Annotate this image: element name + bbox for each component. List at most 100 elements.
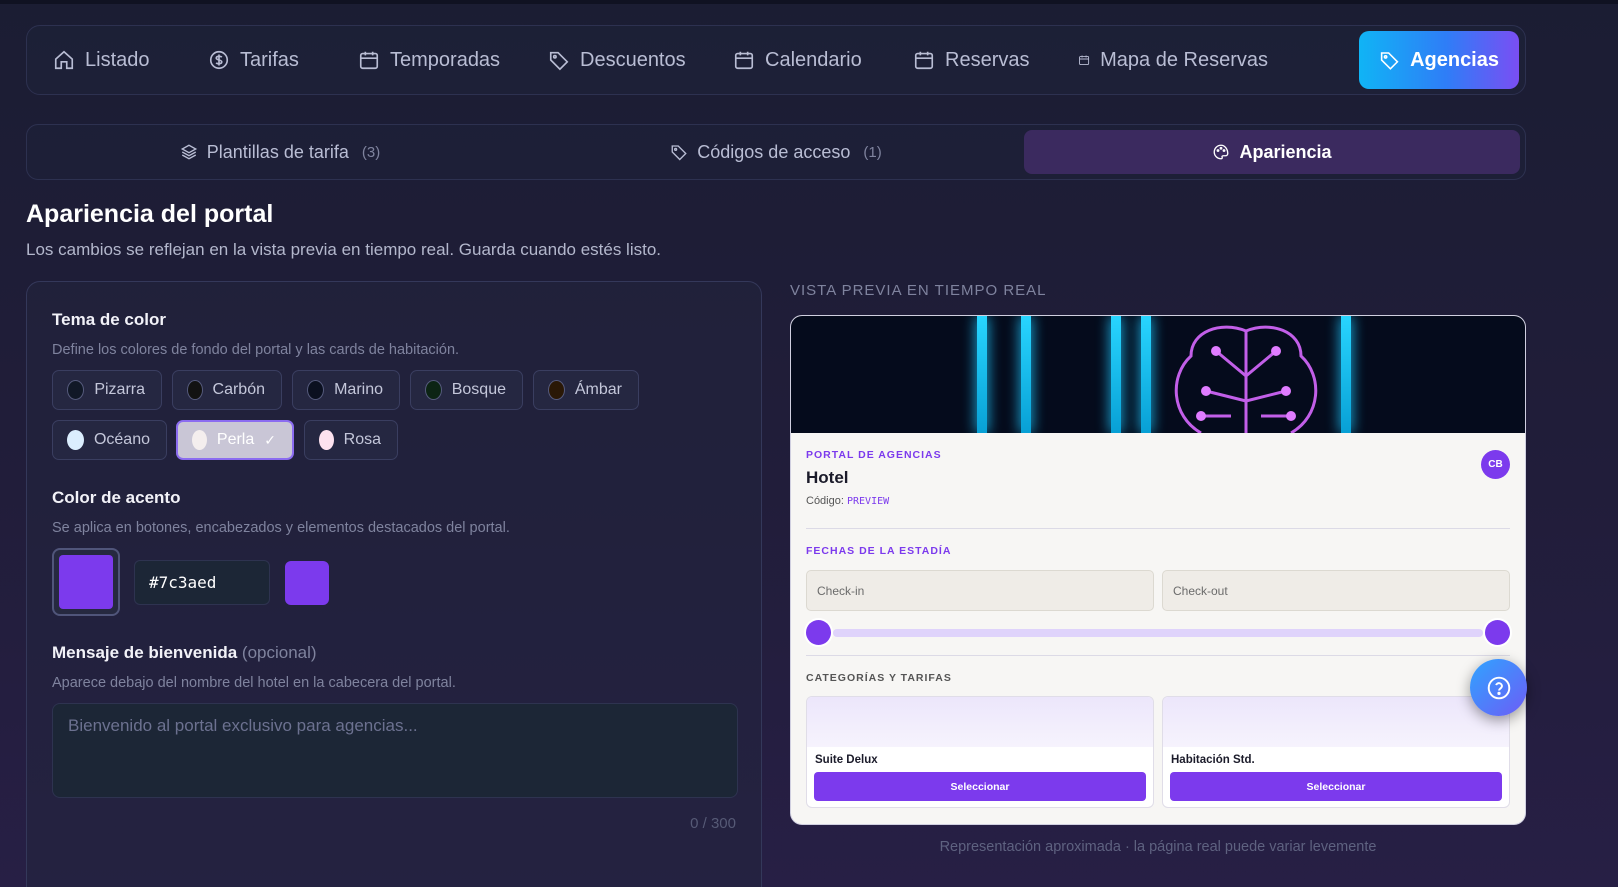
accent-hex-input[interactable]: #7c3aed [134, 560, 270, 605]
accent-title: Color de acento [52, 488, 181, 507]
tab-count: (3) [361, 143, 381, 161]
theme-option-label: Océano [93, 431, 150, 448]
preview-banner-image [791, 316, 1525, 433]
nav-label: Temporadas [390, 48, 501, 71]
nav-label: Calendario [765, 48, 862, 71]
slider-end-handle[interactable] [1485, 620, 1510, 645]
check-icon: ✓ [264, 431, 276, 448]
calendar-icon [734, 51, 754, 70]
checkin-input[interactable]: Check-in [806, 570, 1154, 611]
agencias-subtabs: Plantillas de tarifa (3) Códigos de acce… [26, 124, 1526, 180]
dollar-icon [209, 50, 229, 70]
theme-option-carbon[interactable]: Carbón [172, 370, 282, 410]
categories-title: CATEGORÍAS Y TARIFAS [806, 672, 952, 684]
divider [806, 655, 1510, 656]
theme-option-perla[interactable]: Perla ✓ [176, 420, 294, 460]
nav-label: Listado [85, 48, 150, 71]
tab-label: Códigos de acceso [697, 141, 851, 162]
divider [806, 528, 1510, 529]
page-lead: Los cambios se reflejan en la vista prev… [26, 240, 662, 259]
tab-count: (1) [863, 143, 882, 161]
color-dot [319, 430, 334, 450]
theme-title: Tema de color [52, 310, 166, 329]
preview-hotel-name: Hotel [806, 468, 849, 487]
theme-option-ambar[interactable]: Ámbar [533, 370, 639, 410]
room-name: Suite Delux [815, 754, 878, 766]
theme-option-marino[interactable]: Marino [292, 370, 400, 410]
room-card: Suite Delux Seleccionar [806, 696, 1154, 808]
date-range-slider[interactable] [833, 629, 1483, 637]
color-dot [192, 430, 207, 450]
theme-option-label: Pizarra [94, 381, 145, 398]
welcome-title: Mensaje de bienvenida (opcional) [52, 643, 317, 663]
theme-option-label: Carbón [212, 381, 265, 398]
nav-label: Mapa de Reservas [1100, 48, 1268, 71]
nav-label: Agencias [1410, 48, 1499, 71]
appearance-settings-card: Tema de color Define los colores de fond… [26, 281, 762, 887]
theme-option-label: Bosque [451, 381, 506, 398]
tag-icon [1380, 52, 1399, 70]
calendar-icon [359, 51, 379, 70]
palette-icon [1214, 144, 1229, 160]
calendar-icon [1079, 55, 1090, 66]
theme-option-oceano[interactable]: Océano [52, 420, 167, 460]
preview-label: VISTA PREVIA EN TIEMPO REAL [790, 282, 1047, 299]
code-label: Código: [806, 495, 844, 507]
nav-label: Reservas [945, 48, 1030, 71]
checkout-input[interactable]: Check-out [1162, 570, 1510, 611]
help-icon [1487, 676, 1510, 699]
welcome-message-textarea[interactable]: Bienvenido al portal exclusivo para agen… [52, 703, 738, 798]
theme-desc: Define los colores de fondo del portal y… [52, 342, 460, 358]
tab-apariencia[interactable]: Apariencia [1024, 130, 1520, 174]
select-room-button[interactable]: Seleccionar [1170, 772, 1502, 801]
room-card: Habitación Std. Seleccionar [1162, 696, 1510, 808]
theme-option-rosa[interactable]: Rosa [304, 420, 398, 460]
tab-label: Plantillas de tarifa [206, 141, 349, 162]
color-dot [67, 430, 84, 450]
color-dot [425, 380, 442, 400]
slider-start-handle[interactable] [806, 620, 831, 645]
accent-swatch [59, 555, 113, 609]
tab-codigos-de-acceso[interactable]: Códigos de acceso (1) [528, 130, 1024, 174]
welcome-title-text: Mensaje de bienvenida [52, 643, 238, 662]
main-nav: Listado Tarifas Temporadas Descuentos Ca… [26, 25, 1526, 95]
optional-label: (opcional) [241, 643, 317, 662]
theme-option-label: Marino [334, 381, 383, 398]
nav-tarifas[interactable]: Tarifas [188, 31, 338, 89]
nav-mapa-de-reservas[interactable]: Mapa de Reservas [1058, 31, 1288, 89]
color-dot [187, 380, 203, 400]
nav-temporadas[interactable]: Temporadas [338, 31, 528, 89]
tab-plantillas-de-tarifa[interactable]: Plantillas de tarifa (3) [32, 130, 528, 174]
tab-label: Apariencia [1239, 141, 1332, 162]
nav-agencias[interactable]: Agencias [1359, 31, 1519, 89]
select-room-button[interactable]: Seleccionar [814, 772, 1146, 801]
code-value: PREVIEW [846, 496, 890, 507]
preview-footnote: Representación aproximada · la página re… [939, 839, 1377, 855]
char-counter: 0 / 300 [690, 815, 736, 832]
theme-option-label: Ámbar [574, 381, 622, 398]
nav-listado[interactable]: Listado [33, 31, 188, 89]
room-name: Habitación Std. [1171, 754, 1255, 766]
home-icon [54, 50, 74, 70]
nav-calendario[interactable]: Calendario [713, 31, 893, 89]
nav-descuentos[interactable]: Descuentos [528, 31, 713, 89]
theme-option-pizarra[interactable]: Pizarra [52, 370, 162, 410]
accent-preview-swatch [285, 561, 329, 605]
theme-option-label: Rosa [343, 431, 381, 448]
window-top-edge [0, 0, 1618, 4]
room-image [807, 697, 1153, 747]
nav-reservas[interactable]: Reservas [893, 31, 1058, 89]
room-image [1163, 697, 1509, 747]
preview-code: Código: PREVIEW [806, 495, 889, 507]
theme-option-bosque[interactable]: Bosque [410, 370, 523, 410]
help-button[interactable] [1470, 659, 1527, 716]
color-dot [307, 380, 325, 400]
page-title: Apariencia del portal [26, 200, 274, 228]
layers-icon [180, 144, 197, 160]
calendar-icon [914, 51, 934, 70]
portal-preview: PORTAL DE AGENCIAS Hotel Código: PREVIEW… [790, 315, 1526, 825]
dates-title: FECHAS DE LA ESTADÍA [806, 545, 952, 557]
accent-color-picker[interactable] [52, 548, 120, 616]
avatar: CB [1481, 450, 1510, 479]
tag-icon [671, 145, 687, 161]
